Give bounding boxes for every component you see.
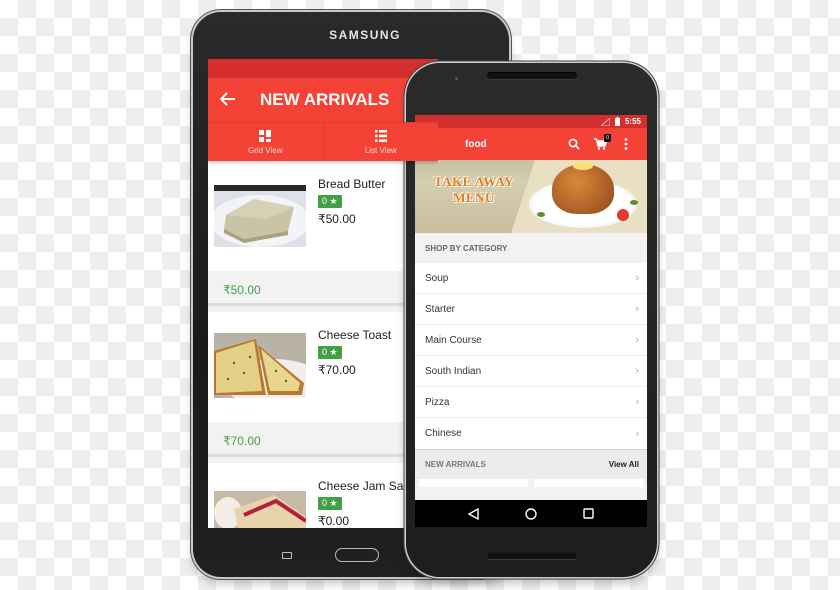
chevron-right-icon: › <box>635 365 639 377</box>
tab-grid-view-label: Grid View <box>247 145 283 155</box>
nav-back-icon[interactable] <box>468 507 479 520</box>
banner-headline: TAKE AWAY MENU <box>419 174 529 206</box>
shop-by-category-heading: SHOP BY CATEGORY <box>415 233 647 263</box>
category-label: Chinese <box>425 428 462 439</box>
tab-grid-view[interactable]: Grid View <box>208 123 323 161</box>
category-item-starter[interactable]: Starter › <box>415 294 647 325</box>
cart-count-badge: 0 <box>604 134 611 142</box>
tablet-screen: NEW ARRIVALS Grid View List View Bread B… <box>208 59 438 528</box>
phone-status-bar: 5:55 <box>415 115 647 128</box>
view-all-link[interactable]: View All <box>609 460 639 469</box>
rating-badge: 0 ★ <box>318 195 342 208</box>
arrival-card[interactable] <box>534 479 643 487</box>
category-label: Starter <box>425 303 456 315</box>
product-price: ₹0.00 <box>318 514 349 528</box>
chevron-right-icon: › <box>635 396 639 408</box>
chevron-right-icon: › <box>635 334 639 346</box>
product-card[interactable]: Bread Butter 0 ★ ₹50.00 ₹50.00 <box>208 161 438 306</box>
category-label: Soup <box>425 272 449 284</box>
product-main: Cheese Jam San 0 ★ ₹0.00 <box>208 463 438 528</box>
phone-device: 5:55 food 0 TAKE AWAY MENU SHOP BY CATEG… <box>406 63 657 577</box>
tab-list-view[interactable]: List View <box>322 123 439 161</box>
tab-list-view-label: List View <box>364 145 397 155</box>
chevron-right-icon: › <box>635 303 639 315</box>
app-title: food <box>465 138 487 150</box>
banner-food-image <box>552 164 614 214</box>
product-card[interactable]: Cheese Jam San 0 ★ ₹0.00 <box>208 463 438 528</box>
front-camera <box>455 77 458 80</box>
tablet-app-bar: NEW ARRIVALS <box>208 78 438 122</box>
arrival-card[interactable] <box>419 479 528 487</box>
android-nav-bar <box>415 500 647 527</box>
product-image-bread-butter <box>214 185 306 247</box>
category-label: South Indian <box>425 365 482 377</box>
product-main: Bread Butter 0 ★ ₹50.00 <box>208 161 438 271</box>
nav-home-icon[interactable] <box>525 507 537 520</box>
phone-app-bar: food 0 <box>415 128 647 160</box>
product-name: Bread Butter <box>318 177 386 191</box>
tablet-status-bar <box>208 59 438 78</box>
status-time: 5:55 <box>624 117 641 126</box>
banner-herb <box>630 200 638 205</box>
product-image-cheese-jam-sandwich <box>214 491 306 528</box>
page-title: NEW ARRIVALS <box>260 90 390 109</box>
product-price: ₹50.00 <box>318 212 356 226</box>
new-arrivals-cards <box>415 479 647 487</box>
rating-badge: 0 ★ <box>318 346 342 359</box>
view-tabs: Grid View List View <box>208 122 438 161</box>
product-name: Cheese Toast <box>318 328 392 342</box>
category-label: Main Course <box>425 334 482 346</box>
product-name: Cheese Jam San <box>318 479 411 493</box>
list-icon <box>374 129 387 142</box>
nav-recents-icon[interactable] <box>583 508 594 519</box>
product-list: Bread Butter 0 ★ ₹50.00 ₹50.00 Cheese To… <box>208 161 438 528</box>
category-item-chinese[interactable]: Chinese › <box>415 418 647 449</box>
back-arrow-icon[interactable] <box>219 89 250 112</box>
new-arrivals-header: NEW ARRIVALS View All <box>415 449 647 479</box>
rating-badge: 0 ★ <box>318 497 342 510</box>
battery-icon <box>614 117 620 126</box>
earpiece-speaker <box>487 72 577 79</box>
grid-icon <box>259 129 272 142</box>
banner-garnish <box>573 162 593 170</box>
category-label: Pizza <box>425 396 450 408</box>
banner-tomato <box>617 209 629 221</box>
product-footer-price: ₹70.00 <box>208 422 438 457</box>
category-list: Soup › Starter › Main Course › South Indian… <box>415 263 647 449</box>
banner-herb <box>537 212 545 217</box>
recent-apps-button[interactable] <box>282 552 292 559</box>
home-button[interactable] <box>335 548 379 562</box>
search-icon[interactable] <box>561 138 587 150</box>
product-main: Cheese Toast 0 ★ ₹70.00 <box>208 312 438 422</box>
bottom-speaker <box>487 553 577 559</box>
cart-button[interactable]: 0 <box>587 134 613 150</box>
product-image-cheese-toast <box>214 333 306 398</box>
category-item-pizza[interactable]: Pizza › <box>415 387 647 418</box>
banner-line-1: TAKE AWAY <box>434 174 514 189</box>
chevron-right-icon: › <box>635 272 639 284</box>
tablet-brand-logo: SAMSUNG <box>329 28 401 42</box>
product-price: ₹70.00 <box>318 363 356 377</box>
signal-icon <box>600 117 610 126</box>
product-card[interactable]: Cheese Toast 0 ★ ₹70.00 ₹70.00 <box>208 312 438 457</box>
category-item-soup[interactable]: Soup › <box>415 263 647 294</box>
take-away-menu-banner[interactable]: TAKE AWAY MENU <box>415 160 647 233</box>
category-item-south-indian[interactable]: South Indian › <box>415 356 647 387</box>
product-footer-price: ₹50.00 <box>208 271 438 306</box>
chevron-right-icon: › <box>635 427 639 440</box>
phone-screen: 5:55 food 0 TAKE AWAY MENU SHOP BY CATEG… <box>415 115 647 527</box>
banner-line-2: MENU <box>453 190 495 205</box>
more-options-icon[interactable] <box>613 138 639 150</box>
category-item-main-course[interactable]: Main Course › <box>415 325 647 356</box>
new-arrivals-heading: NEW ARRIVALS <box>425 460 486 469</box>
